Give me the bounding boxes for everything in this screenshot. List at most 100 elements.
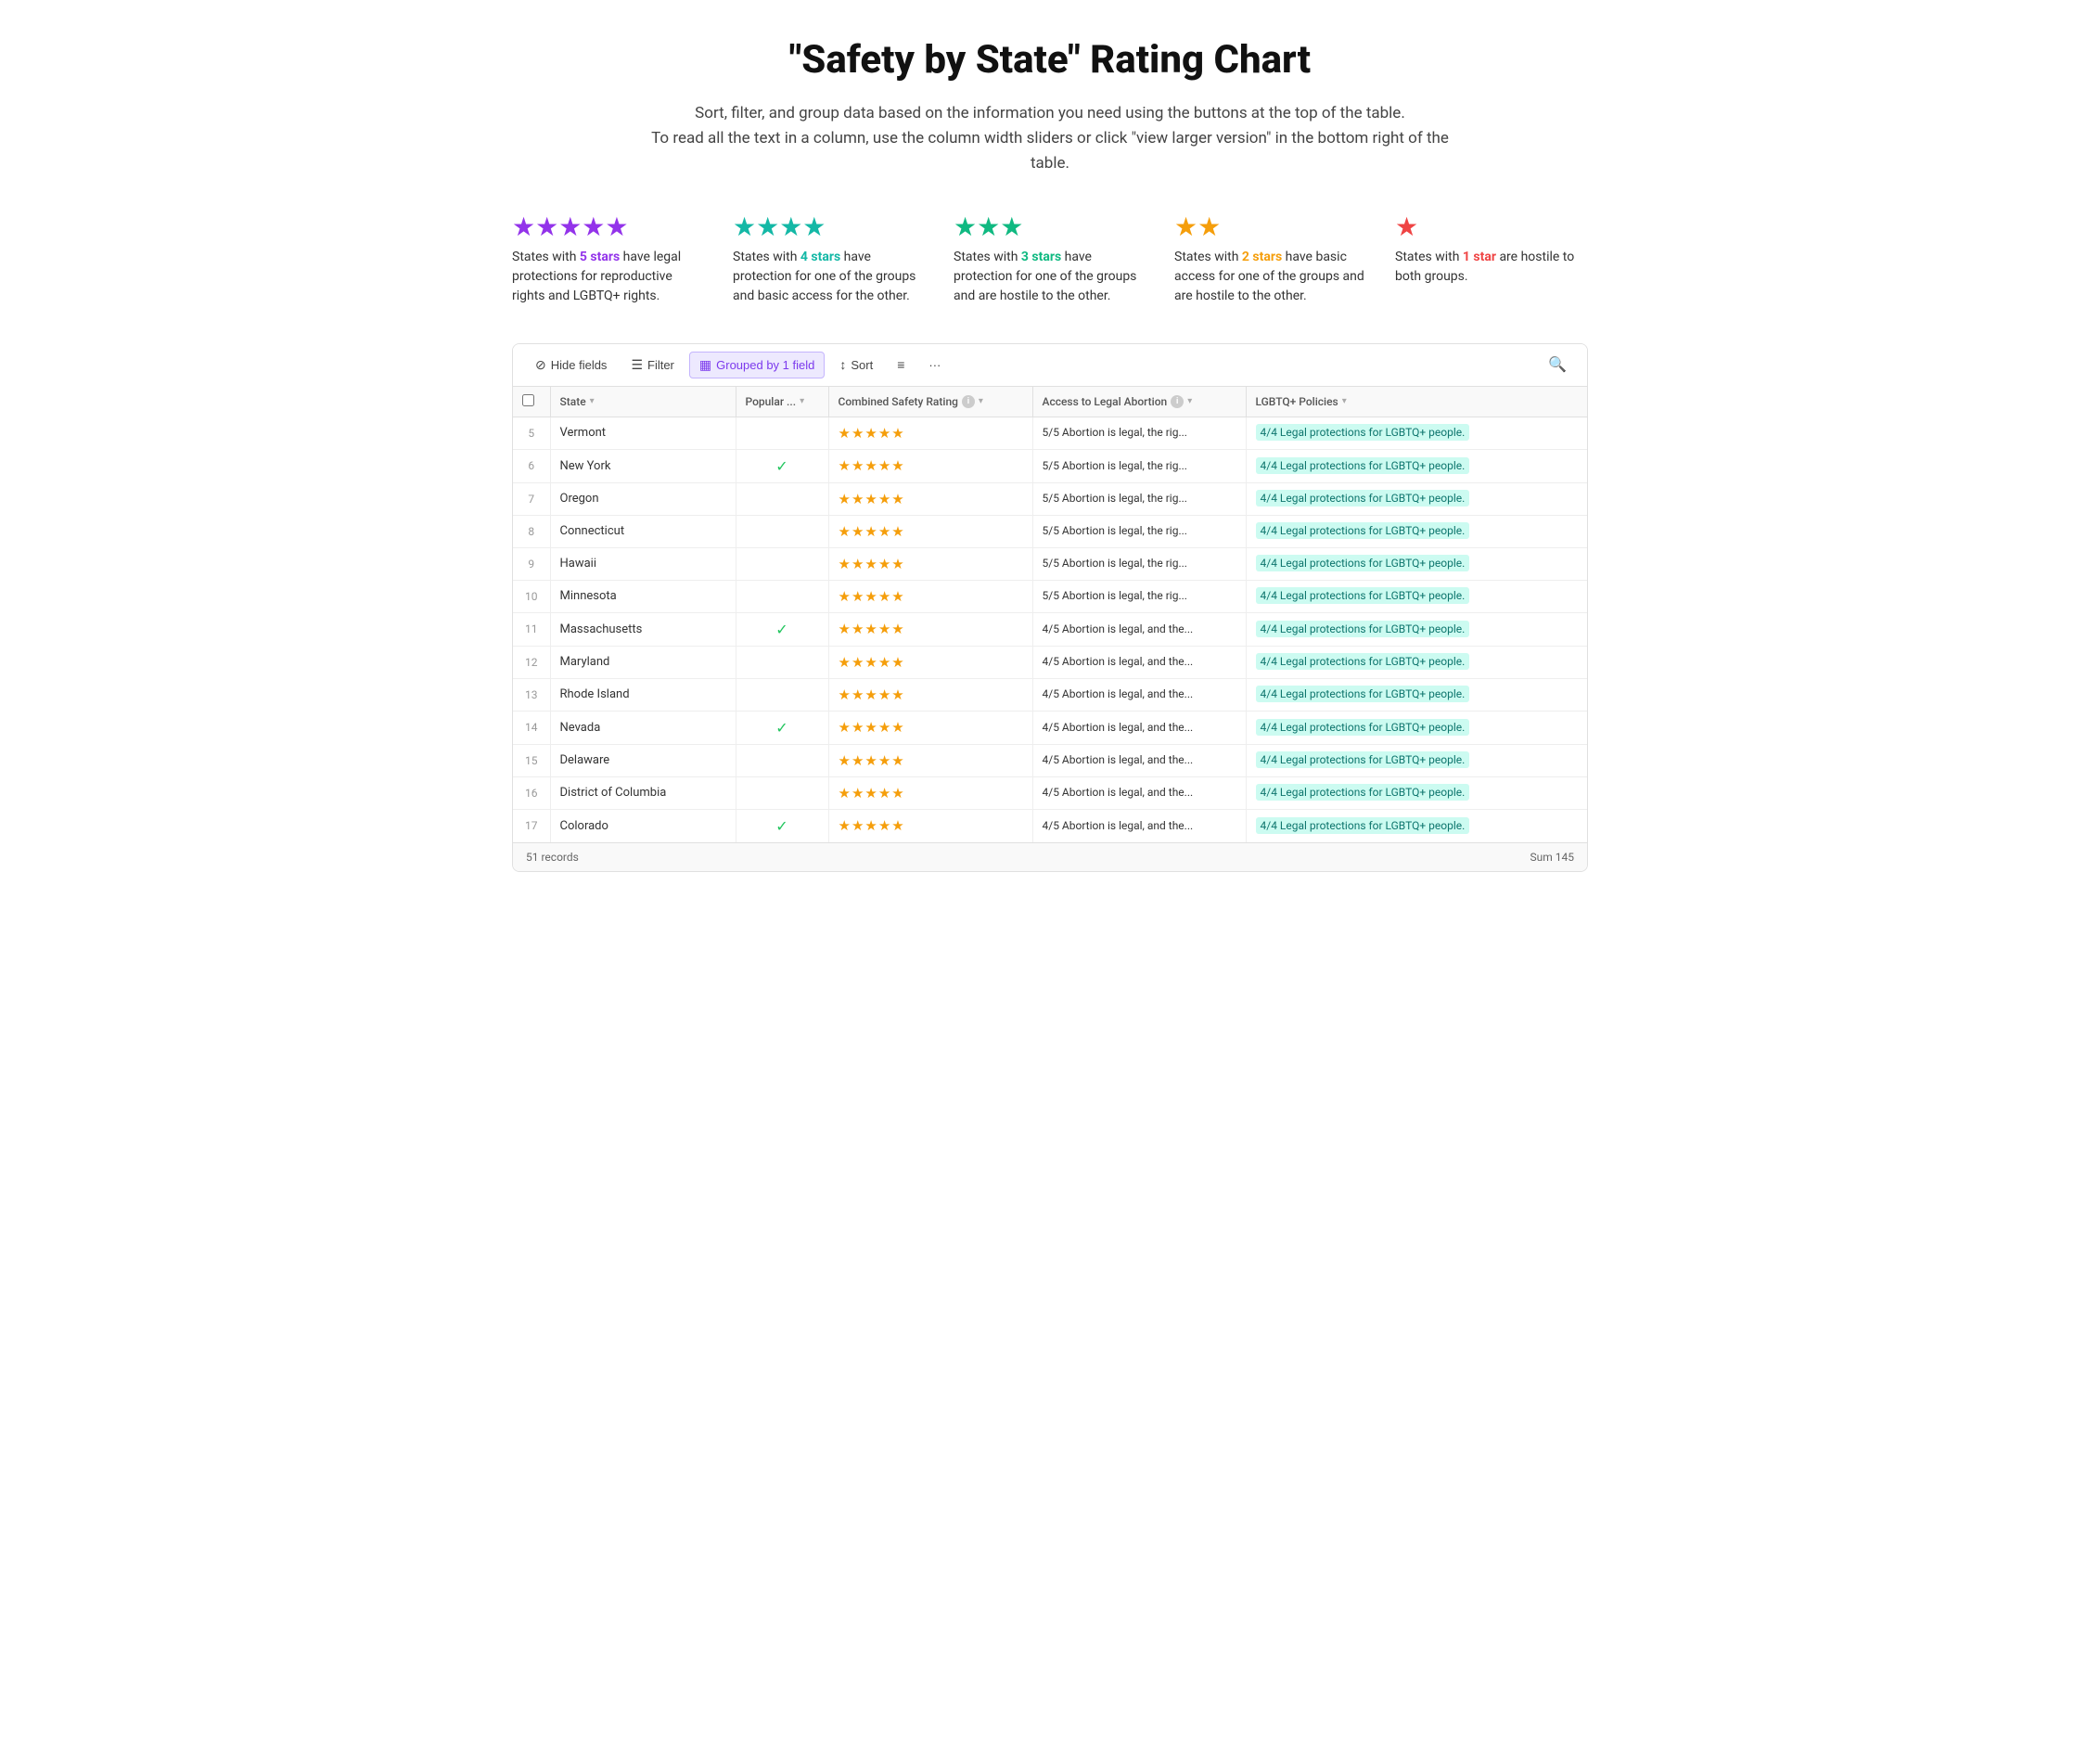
lgbtq-text: 4/4 Legal protections for LGBTQ+ people. [1256,587,1470,604]
lgbtq-cell: 4/4 Legal protections for LGBTQ+ people. [1246,809,1587,842]
legend-text-3: States with 3 stars have protection for … [954,248,1146,306]
popular-cell [736,776,828,809]
data-table: State ▾ Popular ... ▾ Combined Safety Ra… [513,387,1587,842]
state-cell: Maryland [550,646,736,678]
popular-cell [736,678,828,711]
popular-cell [736,417,828,449]
sort-button[interactable]: ↕ Sort [830,353,882,377]
popular-cell: ✓ [736,449,828,482]
grouped-button[interactable]: ▦ Grouped by 1 field [689,352,825,378]
abortion-cell: 5/5 Abortion is legal, the rig... [1032,547,1246,580]
row-num: 8 [513,515,550,547]
abortion-cell: 4/5 Abortion is legal, and the... [1032,744,1246,776]
lgbtq-col-header[interactable]: LGBTQ+ Policies ▾ [1256,395,1579,408]
lgbtq-text: 4/4 Legal protections for LGBTQ+ people. [1256,457,1470,474]
search-button[interactable]: 🔍 [1541,352,1574,378]
table-body: 5 Vermont ★★★★★ 5/5 Abortion is legal, t… [513,417,1587,842]
popular-cell [736,646,828,678]
th-abortion: Access to Legal Abortion i ▾ [1032,387,1246,417]
row-num: 17 [513,809,550,842]
abortion-col-header: Access to Legal Abortion i ▾ [1043,395,1236,408]
row-num: 6 [513,449,550,482]
records-count: 51 records [526,851,579,864]
rating-cell: ★★★★★ [828,612,1032,646]
rating-cell: ★★★★★ [828,449,1032,482]
rating-info-icon[interactable]: i [962,395,975,408]
popular-cell [736,482,828,515]
table-row: 10 Minnesota ★★★★★ 5/5 Abortion is legal… [513,580,1587,612]
lgbtq-cell: 4/4 Legal protections for LGBTQ+ people. [1246,612,1587,646]
lgbtq-text: 4/4 Legal protections for LGBTQ+ people. [1256,490,1470,507]
rating-cell: ★★★★★ [828,744,1032,776]
row-num: 16 [513,776,550,809]
abortion-cell: 4/5 Abortion is legal, and the... [1032,809,1246,842]
lgbtq-cell: 4/4 Legal protections for LGBTQ+ people. [1246,580,1587,612]
legend-text-4: States with 4 stars have protection for … [733,248,926,306]
legend-section: ★★★★★ States with 5 stars have legal pro… [512,214,1588,306]
row-num: 11 [513,612,550,646]
state-cell: Rhode Island [550,678,736,711]
abortion-text: 5/5 Abortion is legal, the rig... [1043,492,1187,505]
lgbtq-cell: 4/4 Legal protections for LGBTQ+ people. [1246,711,1587,744]
table-row: 6 New York ✓ ★★★★★ 5/5 Abortion is legal… [513,449,1587,482]
lgbtq-cell: 4/4 Legal protections for LGBTQ+ people. [1246,744,1587,776]
toolbar: ⊘ Hide fields ☰ Filter ▦ Grouped by 1 fi… [513,344,1587,387]
stars: ★★★★★ [839,523,905,540]
grouped-label: Grouped by 1 field [716,358,814,372]
popular-col-header[interactable]: Popular ... ▾ [746,395,819,408]
state-cell: Nevada [550,711,736,744]
select-all-checkbox[interactable] [522,394,534,406]
lgbtq-text: 4/4 Legal protections for LGBTQ+ people. [1256,522,1470,539]
legend-text-1: States with 1 star are hostile to both g… [1395,248,1588,287]
table-row: 17 Colorado ✓ ★★★★★ 4/5 Abortion is lega… [513,809,1587,842]
th-popular: Popular ... ▾ [736,387,828,417]
rating-cell: ★★★★★ [828,515,1032,547]
legend-stars-4: ★★★★ [733,214,926,240]
lgbtq-text: 4/4 Legal protections for LGBTQ+ people. [1256,424,1470,441]
popular-cell: ✓ [736,612,828,646]
stars: ★★★★★ [839,491,905,507]
state-cell: Vermont [550,417,736,449]
state-col-dropdown-icon: ▾ [590,396,595,406]
abortion-text: 5/5 Abortion is legal, the rig... [1043,524,1187,537]
popular-cell [736,515,828,547]
table-row: 14 Nevada ✓ ★★★★★ 4/5 Abortion is legal,… [513,711,1587,744]
hide-fields-button[interactable]: ⊘ Hide fields [526,353,616,378]
rating-cell: ★★★★★ [828,482,1032,515]
lgbtq-cell: 4/4 Legal protections for LGBTQ+ people. [1246,678,1587,711]
legend-text-5: States with 5 stars have legal protectio… [512,248,705,306]
abortion-cell: 4/5 Abortion is legal, and the... [1032,646,1246,678]
state-col-header[interactable]: State ▾ [560,395,726,408]
abortion-col-dropdown-icon: ▾ [1187,396,1192,406]
table-row: 13 Rhode Island ★★★★★ 4/5 Abortion is le… [513,678,1587,711]
table-row: 9 Hawaii ★★★★★ 5/5 Abortion is legal, th… [513,547,1587,580]
fields-button[interactable]: ≡ [888,353,914,377]
rating-cell: ★★★★★ [828,711,1032,744]
table-row: 11 Massachusetts ✓ ★★★★★ 4/5 Abortion is… [513,612,1587,646]
legend-highlight-4: 4 stars [800,250,840,264]
abortion-cell: 4/5 Abortion is legal, and the... [1032,776,1246,809]
lgbtq-cell: 4/4 Legal protections for LGBTQ+ people. [1246,646,1587,678]
stars: ★★★★★ [839,719,905,736]
popular-cell: ✓ [736,711,828,744]
lgbtq-text: 4/4 Legal protections for LGBTQ+ people. [1256,784,1470,801]
abortion-info-icon[interactable]: i [1171,395,1184,408]
lgbtq-col-dropdown-icon: ▾ [1342,396,1347,406]
filter-button[interactable]: ☰ Filter [621,353,683,378]
page-container: "Safety by State" Rating Chart Sort, fil… [493,0,1607,891]
legend-stars-5: ★★★★★ [512,214,705,240]
table-row: 16 District of Columbia ★★★★★ 4/5 Aborti… [513,776,1587,809]
legend-highlight-2: 2 stars [1242,250,1282,264]
popular-check: ✓ [746,719,819,737]
state-cell: District of Columbia [550,776,736,809]
legend-text-2: States with 2 stars have basic access fo… [1174,248,1367,306]
table-footer: 51 records Sum 145 [513,842,1587,871]
lgbtq-cell: 4/4 Legal protections for LGBTQ+ people. [1246,776,1587,809]
more-button[interactable]: ··· [919,353,950,377]
abortion-text: 4/5 Abortion is legal, and the... [1043,786,1194,799]
rating-col-dropdown-icon: ▾ [979,396,983,406]
stars: ★★★★★ [839,588,905,605]
lgbtq-text: 4/4 Legal protections for LGBTQ+ people. [1256,621,1470,637]
row-num: 9 [513,547,550,580]
state-cell: Oregon [550,482,736,515]
